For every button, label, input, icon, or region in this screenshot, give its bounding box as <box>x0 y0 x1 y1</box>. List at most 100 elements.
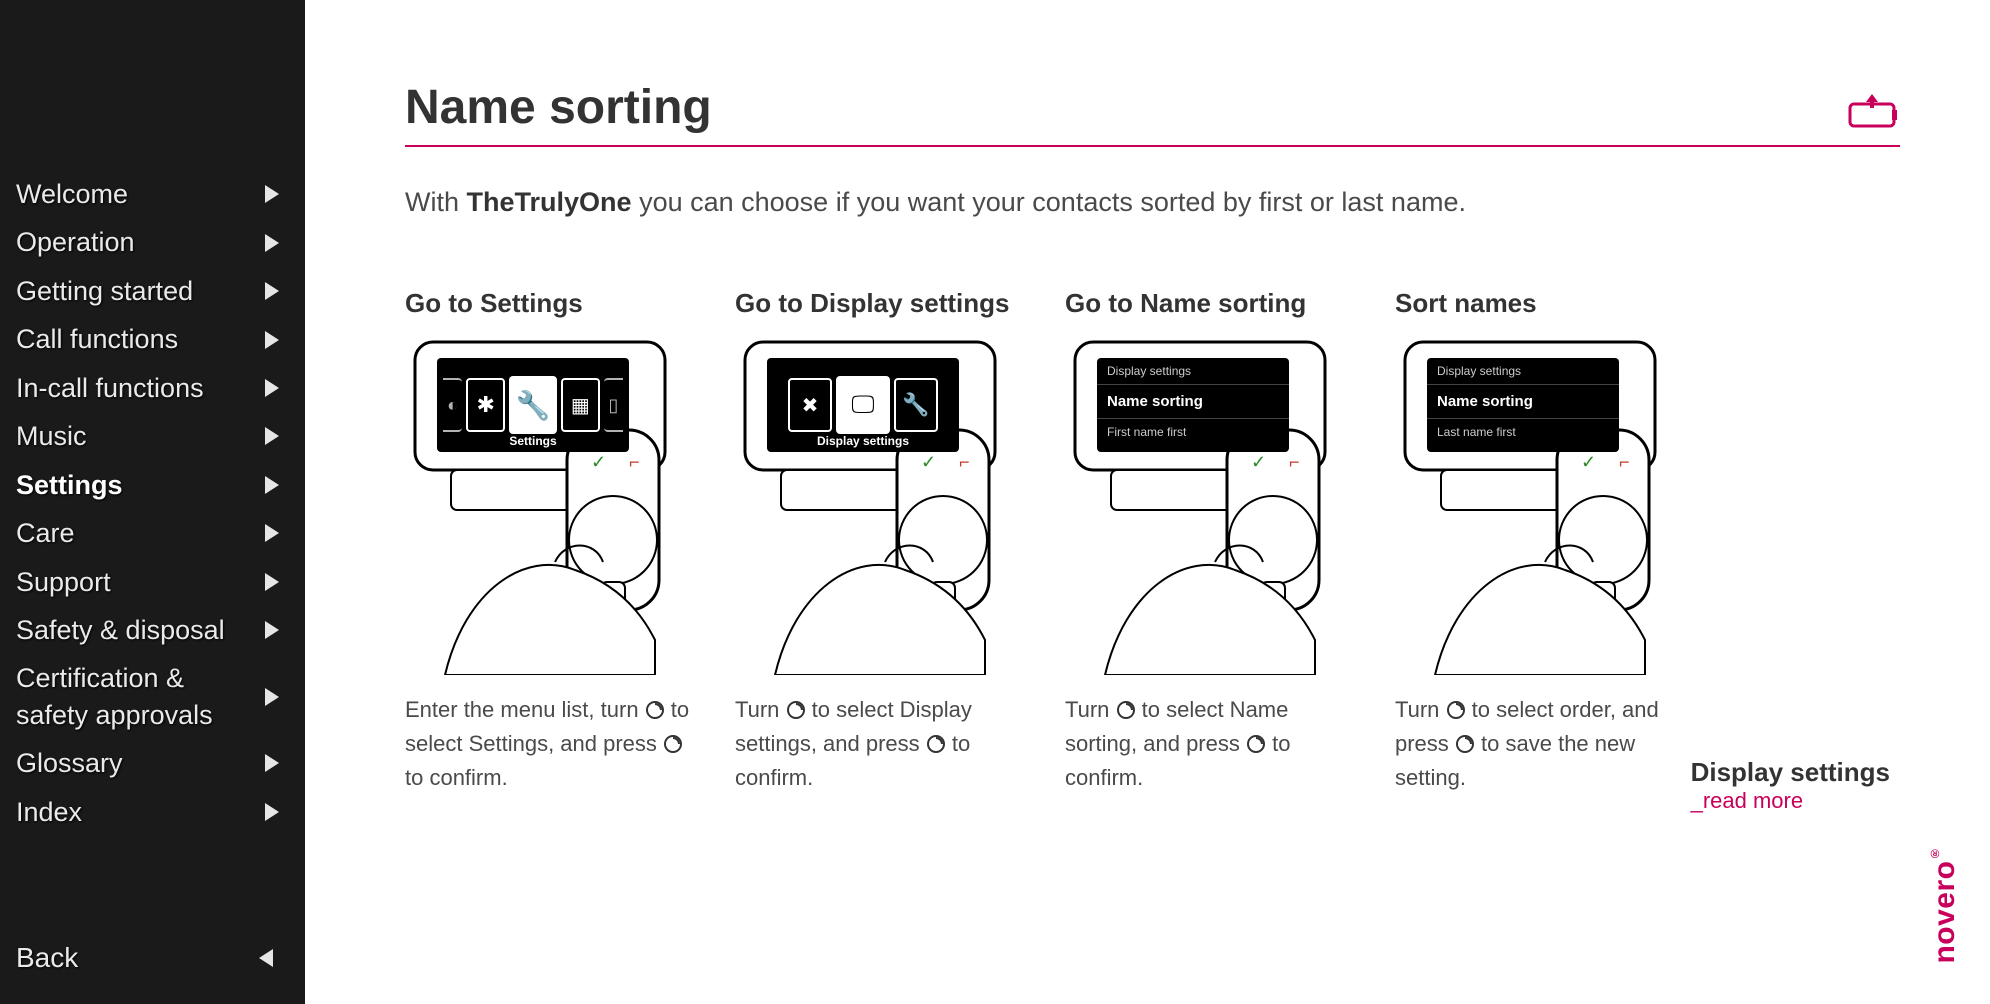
step-go-to-settings: Go to Settings ✓ ⌐ <box>405 288 705 793</box>
step-sort-names: Sort names ✓ ⌐ Display settings <box>1395 288 1695 793</box>
dial-icon <box>1455 732 1475 763</box>
svg-text:⌐: ⌐ <box>1289 452 1300 472</box>
sidebar-item-call-functions[interactable]: Call functions <box>0 315 305 363</box>
sidebar-item-welcome[interactable]: Welcome <box>0 170 305 218</box>
sidebar-item-label: Getting started <box>16 273 193 309</box>
chevron-right-icon <box>265 185 279 203</box>
brand-logo: novero® <box>1928 846 1962 964</box>
intro-text: With TheTrulyOne you can choose if you w… <box>405 187 1900 218</box>
sidebar-item-index[interactable]: Index <box>0 788 305 836</box>
svg-text:✓: ✓ <box>591 452 606 472</box>
sidebar-item-glossary[interactable]: Glossary <box>0 739 305 787</box>
read-more-title: Display settings <box>1691 757 1890 788</box>
sidebar-item-label: Settings <box>16 467 123 503</box>
sidebar-item-safety-disposal[interactable]: Safety & disposal <box>0 606 305 654</box>
sidebar-item-label: Safety & disposal <box>16 612 225 648</box>
sidebar-item-in-call-functions[interactable]: In-call functions <box>0 364 305 412</box>
device-screen: Display settings Name sorting First name… <box>1097 358 1289 452</box>
back-button[interactable]: Back <box>0 942 305 974</box>
device-screen: Display settings Name sorting Last name … <box>1427 358 1619 452</box>
chevron-right-icon <box>265 427 279 445</box>
sidebar-item-label: Welcome <box>16 176 128 212</box>
screen-list-line: Display settings <box>1427 358 1619 384</box>
chevron-right-icon <box>265 282 279 300</box>
menu-item-icon: ▯ <box>604 378 623 432</box>
svg-text:⌐: ⌐ <box>629 452 640 472</box>
chevron-left-icon <box>259 949 273 967</box>
chevron-right-icon <box>265 331 279 349</box>
svg-text:⌐: ⌐ <box>959 452 970 472</box>
read-more-link[interactable]: _read more <box>1691 788 1804 813</box>
step-figure: ✓ ⌐ Display settings Name sorting Last n… <box>1395 340 1695 675</box>
sidebar-item-label: Call functions <box>16 321 178 357</box>
screen-list-line: Display settings <box>1097 358 1289 384</box>
chevron-right-icon <box>265 234 279 252</box>
step-caption: Turn to select Display settings, and pre… <box>735 695 1035 793</box>
sidebar-item-label: Operation <box>16 224 135 260</box>
chevron-right-icon <box>265 379 279 397</box>
step-figure: ✓ ⌐ ✖ 🖵 🔧 Display settings <box>735 340 1035 675</box>
screen-list-line: Last name first <box>1427 419 1619 445</box>
svg-text:✓: ✓ <box>1251 452 1266 472</box>
screen-list-line: First name first <box>1097 419 1289 445</box>
menu-item-icon: ◐ <box>443 378 462 432</box>
display-icon: 🖵 <box>836 376 890 434</box>
sidebar-item-getting-started[interactable]: Getting started <box>0 267 305 315</box>
screen-label: Settings <box>437 434 629 448</box>
step-go-to-display-settings: Go to Display settings ✓ ⌐ ✖ <box>735 288 1035 793</box>
step-title: Sort names <box>1395 288 1695 322</box>
step-figure: ✓ ⌐ Display settings Name sorting First … <box>1065 340 1365 675</box>
title-row: Name sorting <box>405 80 1900 147</box>
chevron-right-icon <box>265 688 279 706</box>
chevron-right-icon <box>265 573 279 591</box>
intro-suffix: you can choose if you want your contacts… <box>632 187 1466 217</box>
wrench-icon: 🔧 <box>894 378 938 432</box>
step-caption: Turn to select Name sorting, and press t… <box>1065 695 1365 793</box>
grid-icon: ▦ <box>561 378 600 432</box>
chevron-right-icon <box>265 524 279 542</box>
sidebar-item-care[interactable]: Care <box>0 509 305 557</box>
chevron-right-icon <box>265 803 279 821</box>
step-caption: Enter the menu list, turn to select Sett… <box>405 695 705 793</box>
settings-wrench-icon: 🔧 <box>509 376 557 434</box>
back-label: Back <box>16 942 78 974</box>
product-name: TheTrulyOne <box>467 187 632 217</box>
dial-icon <box>645 698 665 729</box>
step-title: Go to Settings <box>405 288 705 322</box>
dial-icon <box>926 732 946 763</box>
sidebar-item-label: Certification & safety approvals <box>16 660 236 733</box>
page-title: Name sorting <box>405 80 712 135</box>
sidebar-item-operation[interactable]: Operation <box>0 218 305 266</box>
sidebar-item-label: Music <box>16 418 87 454</box>
sidebar-item-label: Glossary <box>16 745 123 781</box>
sidebar-item-label: Support <box>16 564 111 600</box>
main-content: Name sorting With TheTrulyOne you can ch… <box>305 0 1990 1004</box>
display-settings-icon <box>1844 90 1900 135</box>
chevron-right-icon <box>265 621 279 639</box>
screen-list-line-selected: Name sorting <box>1097 384 1289 419</box>
svg-text:⌐: ⌐ <box>1619 452 1630 472</box>
chevron-right-icon <box>265 476 279 494</box>
sidebar-item-certification[interactable]: Certification & safety approvals <box>0 654 305 739</box>
screen-label: Display settings <box>767 434 959 448</box>
sidebar-item-music[interactable]: Music <box>0 412 305 460</box>
svg-text:✓: ✓ <box>921 452 936 472</box>
device-screen: ◐ ✱ 🔧 ▦ ▯ Settings <box>437 358 629 452</box>
bluetooth-icon: ✱ <box>466 378 505 432</box>
sidebar-item-label: Index <box>16 794 82 830</box>
sidebar-nav: Welcome Operation Getting started Call f… <box>0 0 305 1004</box>
dial-icon <box>1116 698 1136 729</box>
chevron-right-icon <box>265 754 279 772</box>
sidebar-item-settings[interactable]: Settings <box>0 461 305 509</box>
sidebar-item-support[interactable]: Support <box>0 558 305 606</box>
dial-icon <box>1446 698 1466 729</box>
tools-icon: ✖ <box>788 378 832 432</box>
step-caption: Turn to select order, and press to save … <box>1395 695 1695 793</box>
step-figure: ✓ ⌐ ◐ ✱ 🔧 ▦ ▯ Settings <box>405 340 705 675</box>
svg-text:✓: ✓ <box>1581 452 1596 472</box>
step-title: Go to Name sorting <box>1065 288 1365 322</box>
sidebar-item-label: In-call functions <box>16 370 204 406</box>
dial-icon <box>663 732 683 763</box>
steps-row: Go to Settings ✓ ⌐ <box>405 288 1900 793</box>
device-screen: ✖ 🖵 🔧 Display settings <box>767 358 959 452</box>
